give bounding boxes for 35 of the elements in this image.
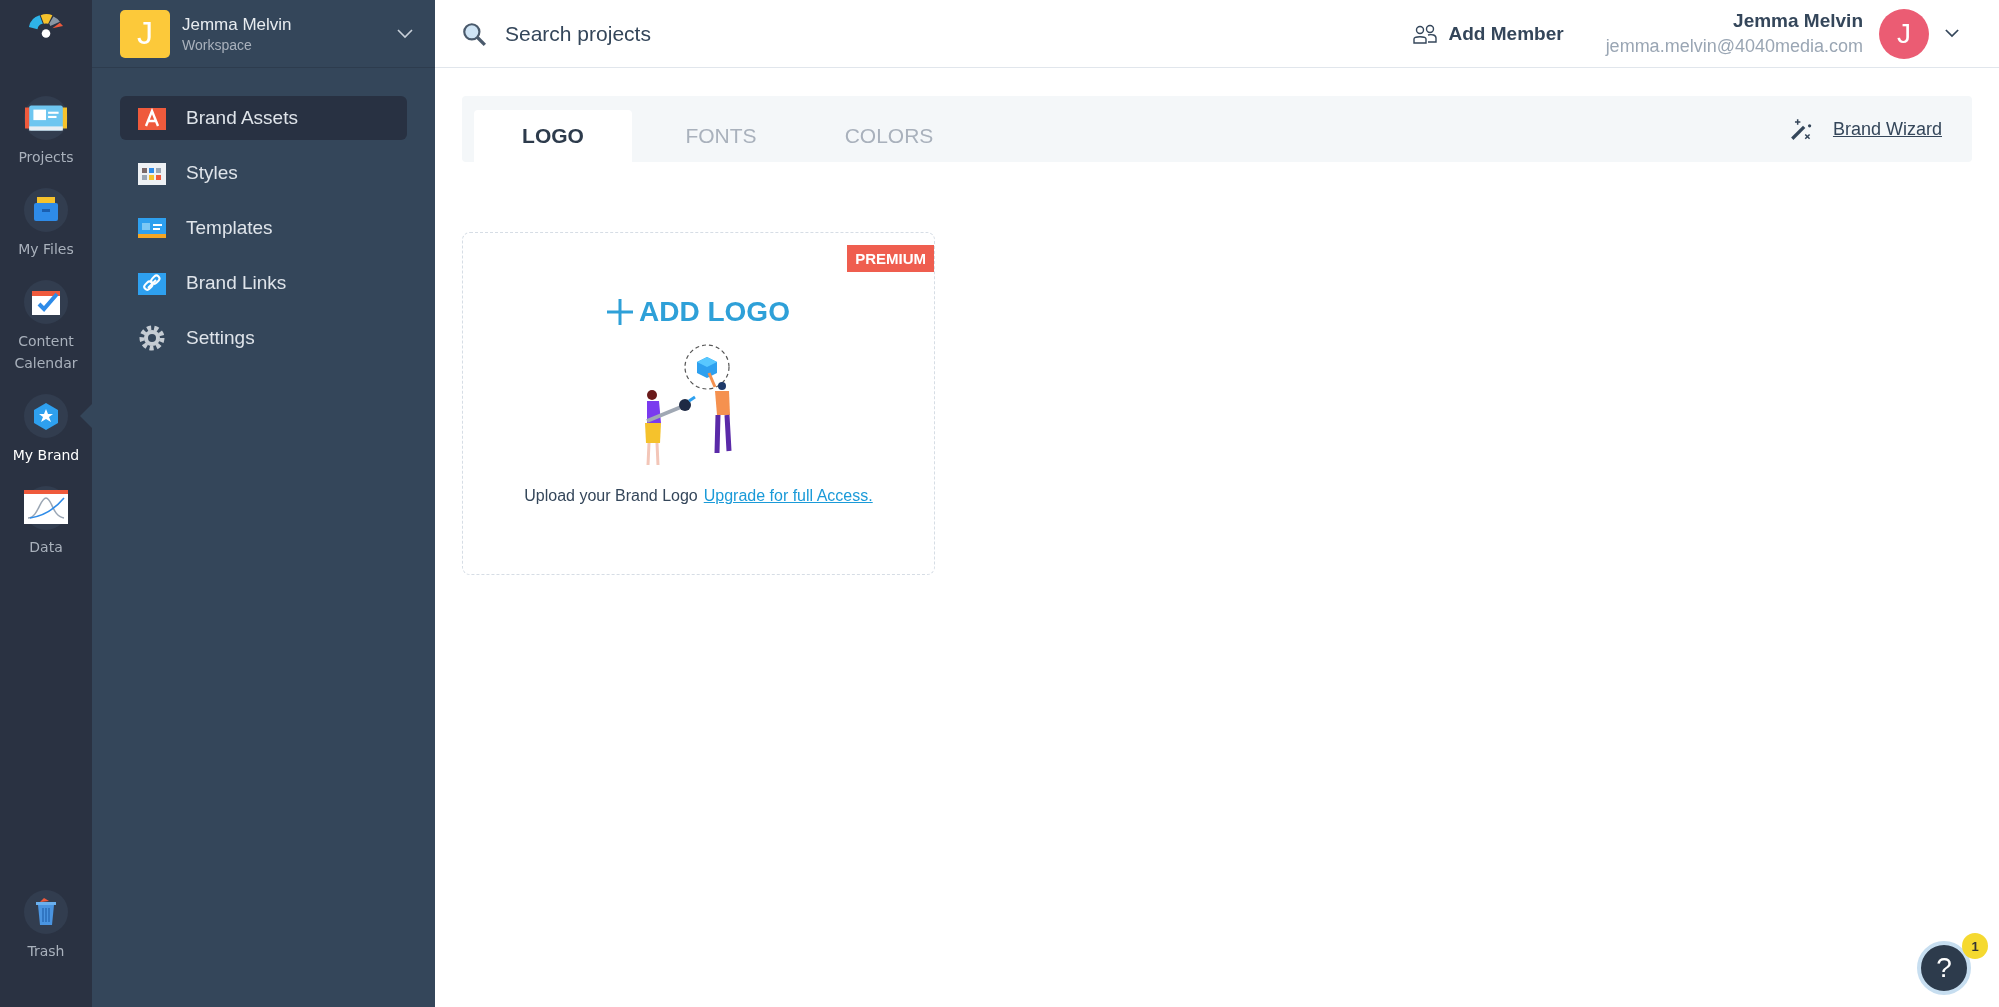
color-palette-icon <box>138 161 166 185</box>
tab[interactable]: LOGO <box>474 110 632 162</box>
premium-badge: PREMIUM <box>847 245 934 272</box>
rail-nav-item[interactable]: Projects <box>0 96 92 168</box>
sidebar-item[interactable]: Settings <box>120 316 407 360</box>
people-icon <box>1412 23 1437 44</box>
picture-card-icon <box>25 103 67 133</box>
user-name: Jemma Melvin <box>1733 10 1863 32</box>
user-email: jemma.melvin@4040media.com <box>1605 36 1863 57</box>
workspace-avatar: J <box>120 9 170 58</box>
workspace-switcher[interactable]: J Jemma Melvin Workspace <box>92 0 435 68</box>
chevron-down-icon <box>397 28 413 39</box>
sidebar-item[interactable]: Brand Links <box>120 261 407 305</box>
rail-nav-item[interactable]: Data <box>0 486 92 558</box>
star-badge-icon <box>31 401 61 431</box>
add-member-button[interactable]: Add Member <box>1406 21 1570 46</box>
rail-nav-item[interactable]: Trash <box>0 890 92 962</box>
workspace-owner-name: Jemma Melvin <box>182 14 293 35</box>
search-icon <box>461 20 487 47</box>
rail-nav-item[interactable]: Content Calendar <box>0 280 92 374</box>
sidebar-item[interactable]: Brand Assets <box>120 96 407 140</box>
chevron-down-icon[interactable] <box>1945 29 1959 38</box>
plus-icon <box>607 299 634 325</box>
template-card-icon <box>138 216 166 240</box>
settings-icon <box>138 324 166 352</box>
brand-wizard-link[interactable]: Brand Wizard <box>1832 118 1942 140</box>
letter-a-card-icon <box>138 106 166 130</box>
rail-nav-item[interactable]: My Files <box>0 188 92 260</box>
upload-caption: Upload your Brand Logo <box>524 487 698 505</box>
trash-icon <box>33 897 59 927</box>
sidebar-item[interactable]: Styles <box>120 151 407 195</box>
sidebar-item[interactable]: Templates <box>120 206 407 250</box>
workspace-label: Workspace <box>182 36 253 53</box>
link-card-icon <box>138 271 166 295</box>
chart-curve-icon <box>24 490 68 526</box>
